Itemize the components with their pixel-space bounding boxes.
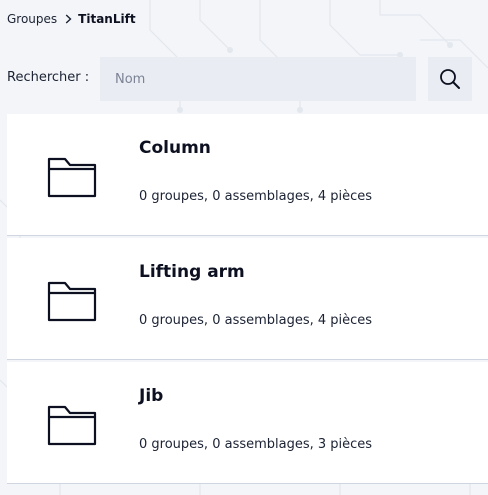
group-summary: 0 groupes, 0 assemblages, 3 pièces bbox=[139, 437, 373, 452]
group-card[interactable]: Lifting arm 0 groupes, 0 assemblages, 4 … bbox=[7, 238, 488, 360]
search-label: Rechercher : bbox=[7, 70, 90, 85]
group-summary: 0 groupes, 0 assemblages, 4 pièces bbox=[139, 189, 373, 204]
breadcrumb: Groupes TitanLift bbox=[7, 10, 136, 28]
folder-icon bbox=[47, 405, 97, 446]
group-name: Jib bbox=[139, 386, 164, 406]
search-bar: Rechercher : bbox=[0, 57, 488, 101]
folder-icon bbox=[47, 157, 97, 198]
breadcrumb-parent-link[interactable]: Groupes bbox=[7, 12, 57, 26]
search-input[interactable] bbox=[100, 57, 416, 101]
folder-icon bbox=[47, 281, 97, 322]
search-button[interactable] bbox=[428, 57, 472, 101]
group-summary: 0 groupes, 0 assemblages, 4 pièces bbox=[139, 313, 373, 328]
group-list: Column 0 groupes, 0 assemblages, 4 pièce… bbox=[7, 114, 488, 486]
group-name: Column bbox=[139, 138, 211, 158]
chevron-right-icon bbox=[65, 14, 72, 24]
group-card[interactable]: Jib 0 groupes, 0 assemblages, 3 pièces bbox=[7, 362, 488, 484]
search-icon bbox=[440, 69, 460, 89]
breadcrumb-current: TitanLift bbox=[78, 12, 136, 26]
group-name: Lifting arm bbox=[139, 262, 245, 282]
group-card[interactable]: Column 0 groupes, 0 assemblages, 4 pièce… bbox=[7, 114, 488, 236]
